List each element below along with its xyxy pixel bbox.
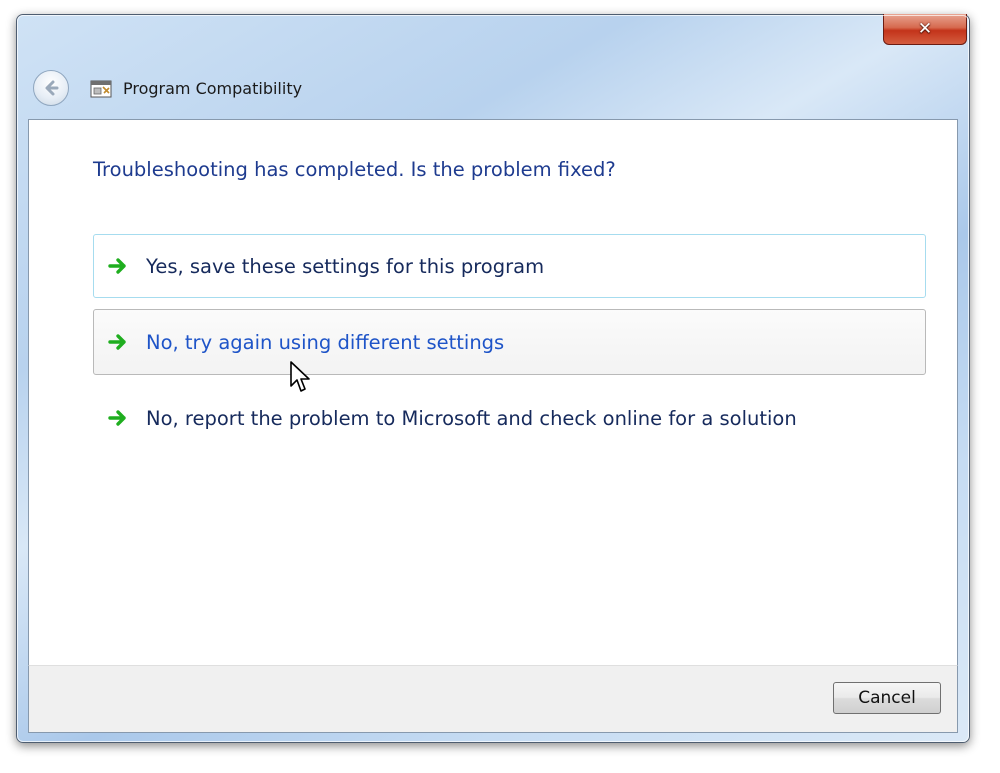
program-compatibility-icon [90, 80, 112, 98]
option-label: Yes, save these settings for this progra… [146, 254, 545, 278]
option-yes-save-settings[interactable]: Yes, save these settings for this progra… [93, 234, 926, 298]
option-report-problem[interactable]: No, report the problem to Microsoft and … [93, 386, 926, 450]
back-button[interactable] [33, 70, 69, 106]
option-try-again[interactable]: No, try again using different settings [93, 309, 926, 375]
green-arrow-icon [108, 410, 126, 426]
close-button[interactable]: ✕ [883, 14, 967, 45]
green-arrow-icon [108, 258, 126, 274]
window-title: Program Compatibility [123, 79, 303, 98]
option-label: No, try again using different settings [146, 330, 505, 354]
back-arrow-icon [45, 80, 59, 96]
option-label: No, report the problem to Microsoft and … [146, 406, 797, 430]
mouse-pointer-icon [290, 361, 310, 392]
program-compatibility-window: ✕ Program Compatibility Troubleshooting … [16, 14, 970, 743]
footer-bar: Cancel [28, 665, 958, 733]
cancel-button[interactable]: Cancel [833, 682, 941, 714]
close-icon: ✕ [917, 18, 933, 39]
green-arrow-icon [108, 334, 126, 350]
content-panel: Troubleshooting has completed. Is the pr… [28, 119, 958, 665]
page-title: Troubleshooting has completed. Is the pr… [93, 158, 616, 181]
